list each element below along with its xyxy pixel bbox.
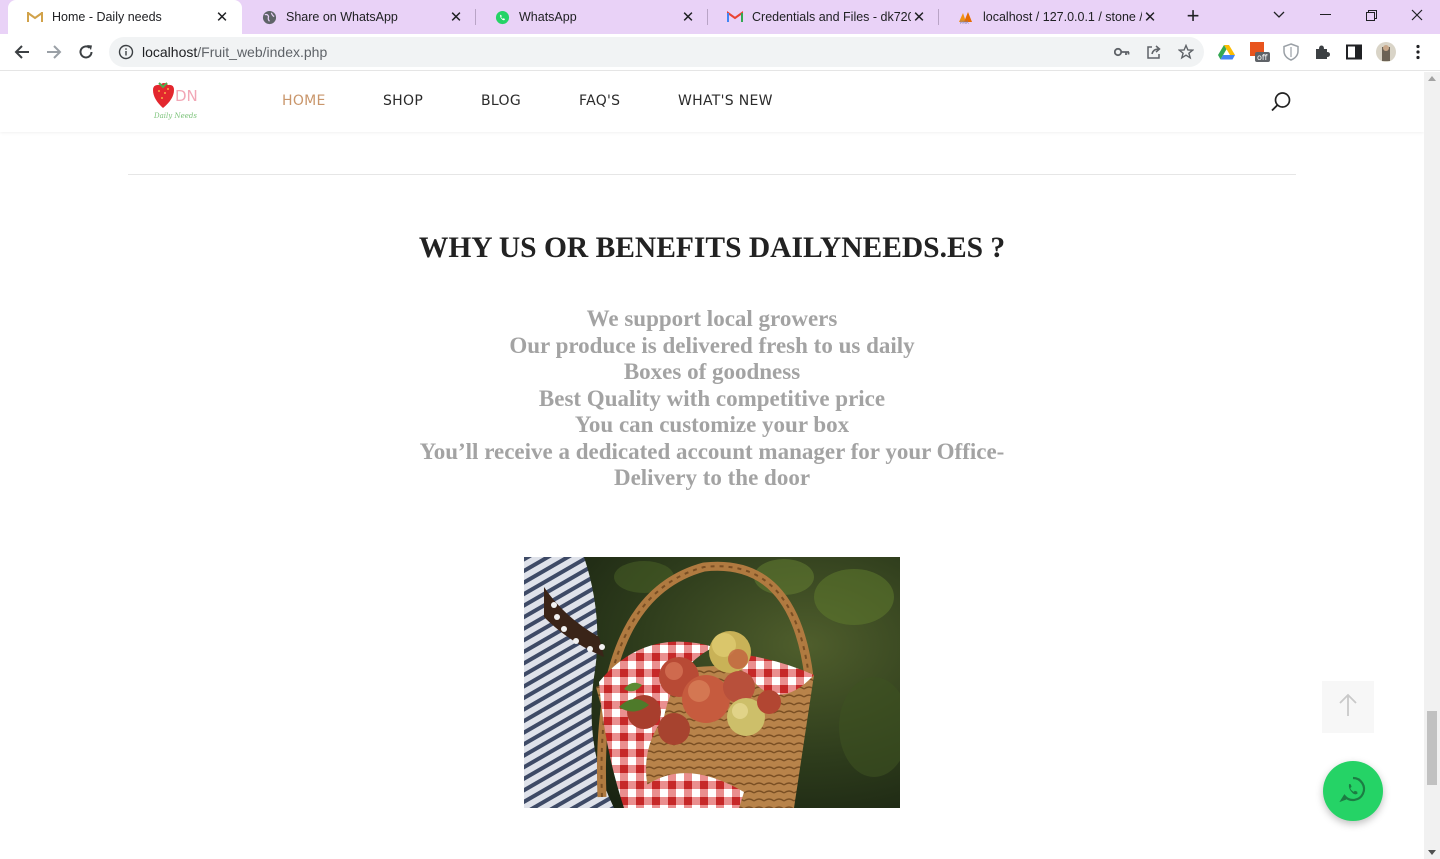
extensions-puzzle-icon[interactable] (1311, 41, 1333, 63)
tab-whatsapp[interactable]: WhatsApp ✕ (475, 0, 708, 34)
browser-menu-icon[interactable] (1407, 41, 1429, 63)
browser-tab-strip: Home - Daily needs ✕ Share on WhatsApp ✕… (0, 0, 1440, 34)
new-tab-button[interactable]: + (1180, 5, 1206, 29)
extension-badge: off (1257, 53, 1268, 62)
gmail-icon (27, 9, 43, 25)
close-window-icon[interactable] (1394, 0, 1440, 30)
site-info-icon[interactable] (118, 44, 134, 60)
profile-avatar-icon[interactable] (1375, 41, 1397, 63)
url-text: localhost/Fruit_web/index.php (142, 44, 327, 60)
bookmark-star-icon[interactable] (1177, 43, 1195, 61)
tab-search-icon[interactable] (1256, 0, 1302, 30)
key-icon[interactable] (1113, 43, 1131, 61)
share-icon[interactable] (1145, 43, 1163, 61)
benefit-item: Boxes of goodness (623, 359, 801, 384)
tab-home-daily-needs[interactable]: Home - Daily needs ✕ (8, 0, 242, 34)
benefit-item: Delivery to the door (613, 465, 811, 490)
minimize-window-icon[interactable] (1302, 0, 1348, 30)
back-arrow-icon[interactable] (8, 38, 36, 66)
tab-title: Share on WhatsApp (286, 10, 398, 24)
benefits-list: We support local growers Our produce is … (0, 306, 1424, 492)
tab-title: Credentials and Files - dk72082 (752, 10, 911, 24)
benefit-item: Our produce is delivered fresh to us dai… (509, 332, 915, 358)
forward-arrow-icon[interactable] (40, 38, 68, 66)
close-tab-icon[interactable]: ✕ (448, 9, 464, 26)
apple-basket-photo (524, 557, 900, 808)
benefit-item: You can customize your box (574, 412, 850, 437)
tab-title: localhost / 127.0.0.1 / stone / ce (983, 10, 1142, 24)
nav-home[interactable]: HOME (282, 93, 326, 109)
scroll-down-arrow-icon[interactable] (1428, 850, 1436, 855)
page-viewport: DN Daily Needs HOME SHOP BLOG FAQ'S WHAT… (0, 72, 1424, 859)
nav-whats-new[interactable]: WHAT'S NEW (678, 93, 773, 109)
url-host: localhost (142, 44, 198, 60)
whatsapp-chat-button[interactable] (1323, 761, 1383, 821)
reload-icon[interactable] (72, 38, 100, 66)
close-tab-icon[interactable]: ✕ (911, 9, 927, 26)
benefit-item: We support local growers (586, 306, 838, 331)
browser-toolbar: localhost/Fruit_web/index.php off (0, 34, 1440, 71)
logo-text: DN (175, 87, 198, 105)
tab-share-on-whatsapp[interactable]: Share on WhatsApp ✕ (242, 0, 476, 34)
address-bar[interactable]: localhost/Fruit_web/index.php (109, 37, 1204, 67)
back-to-top-button[interactable] (1322, 681, 1374, 733)
nav-faqs[interactable]: FAQ'S (579, 93, 620, 109)
section-divider (128, 174, 1296, 175)
google-drive-icon[interactable] (1215, 41, 1237, 63)
close-tab-icon[interactable]: ✕ (680, 9, 696, 26)
nav-shop[interactable]: SHOP (383, 93, 423, 109)
tab-credentials-and-files[interactable]: Credentials and Files - dk72082 ✕ (708, 0, 939, 34)
extension-off-icon[interactable]: off (1249, 41, 1271, 63)
side-panel-icon[interactable] (1343, 41, 1365, 63)
tab-title: Home - Daily needs (52, 10, 162, 24)
close-tab-icon[interactable]: ✕ (214, 9, 230, 26)
gmail-icon (727, 9, 743, 25)
globe-icon (261, 9, 277, 25)
search-icon[interactable] (1270, 91, 1292, 113)
benefit-item: You’ll receive a dedicated account manag… (419, 438, 1005, 464)
site-logo[interactable]: DN Daily Needs (150, 81, 206, 121)
benefits-heading: WHY US OR BENEFITS DAILYNEEDS.ES ? (418, 232, 1006, 264)
scrollbar-thumb[interactable] (1427, 711, 1437, 785)
scroll-up-arrow-icon[interactable] (1428, 76, 1436, 81)
nav-blog[interactable]: BLOG (481, 93, 521, 109)
shield-icon[interactable] (1280, 41, 1302, 63)
url-path: /Fruit_web/index.php (197, 44, 328, 60)
tab-title: WhatsApp (519, 10, 577, 24)
arrow-up-icon (1338, 693, 1358, 722)
phpmyadmin-icon: PMA (958, 9, 974, 25)
whatsapp-icon (494, 9, 510, 25)
close-tab-icon[interactable]: ✕ (1142, 9, 1158, 26)
restore-window-icon[interactable] (1348, 0, 1394, 30)
svg-text:PMA: PMA (960, 20, 969, 24)
tab-phpmyadmin[interactable]: PMA localhost / 127.0.0.1 / stone / ce ✕ (939, 0, 1170, 34)
logo-subtext: Daily Needs (153, 112, 197, 120)
page-scrollbar[interactable] (1424, 72, 1440, 859)
whatsapp-icon (1339, 775, 1367, 808)
benefit-item: Best Quality with competitive price (538, 385, 886, 411)
site-header: DN Daily Needs HOME SHOP BLOG FAQ'S WHAT… (0, 72, 1424, 132)
